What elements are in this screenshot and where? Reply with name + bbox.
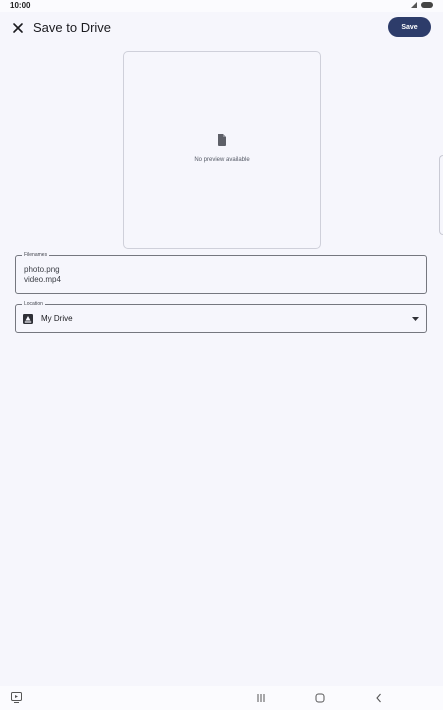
file-preview-card: No preview available <box>123 51 321 249</box>
status-icons <box>411 2 433 8</box>
keyboard-icon[interactable] <box>11 692 22 703</box>
side-panel-handle[interactable] <box>439 155 443 235</box>
signal-icon <box>411 2 417 8</box>
system-navigation-bar <box>0 686 443 710</box>
no-preview-message: No preview available <box>194 157 250 163</box>
location-label: Location <box>22 300 45 308</box>
page-title: Save to Drive <box>33 20 112 35</box>
dropdown-arrow-icon[interactable] <box>412 317 419 321</box>
location-selector[interactable]: Location My Drive <box>15 300 427 333</box>
status-time: 10:00 <box>10 1 31 10</box>
back-icon[interactable] <box>374 693 384 703</box>
location-value: My Drive <box>41 314 73 323</box>
status-bar: 10:00 <box>0 0 443 12</box>
recents-icon[interactable] <box>256 693 266 703</box>
filename-item: photo.png <box>24 265 60 274</box>
filenames-label: Filenames <box>22 251 50 259</box>
top-app-bar: Save to Drive Save <box>0 12 443 46</box>
filenames-field[interactable]: Filenames photo.png video.mp4 <box>15 251 427 294</box>
drive-icon <box>23 314 33 324</box>
close-icon[interactable] <box>10 20 26 36</box>
home-icon[interactable] <box>315 693 325 703</box>
filename-item: video.mp4 <box>24 275 61 284</box>
save-button[interactable]: Save <box>388 17 431 37</box>
battery-icon <box>421 2 433 8</box>
file-icon <box>218 134 226 146</box>
